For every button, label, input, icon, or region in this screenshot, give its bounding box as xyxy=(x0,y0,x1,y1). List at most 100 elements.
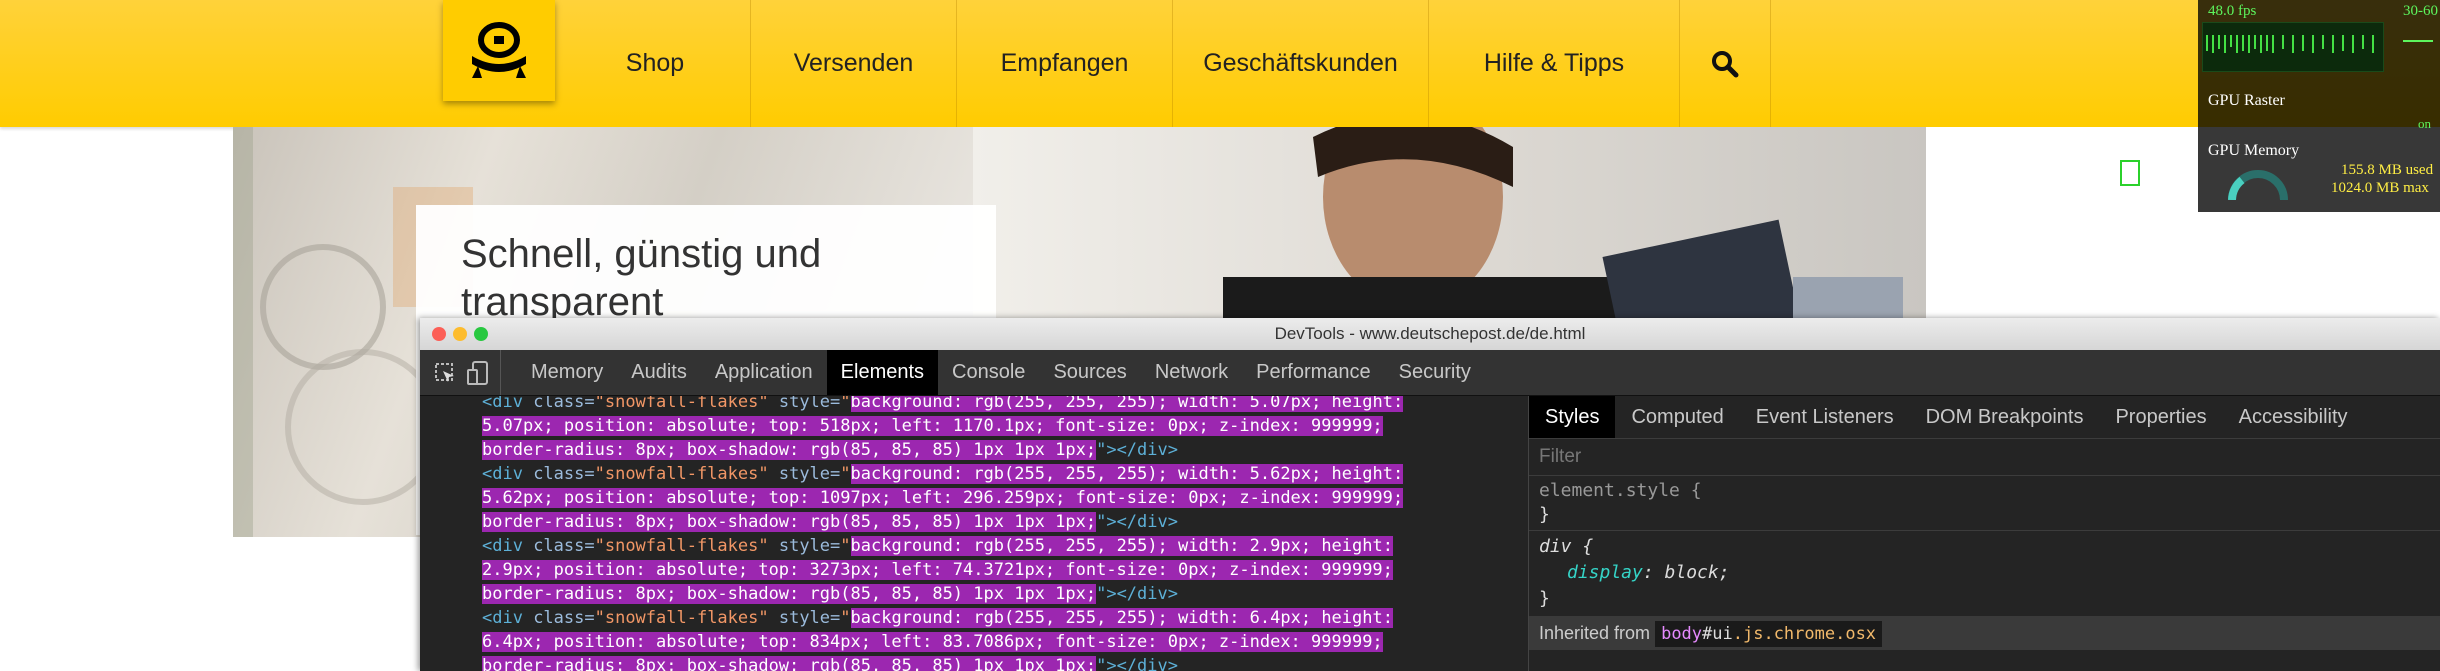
dom-line[interactable]: border-radius: 8px; box-shadow: rgb(85, … xyxy=(482,582,1178,607)
devtools-window: DevTools - www.deutschepost.de/de.html M… xyxy=(420,318,2440,671)
elements-dom-tree[interactable]: <div class="snowfall-flakes" style="back… xyxy=(420,396,1528,671)
attr-value: "snowfall-flakes" xyxy=(594,536,769,556)
style-highlight: background: rgb(255, 255, 255); width: 5… xyxy=(850,464,1404,484)
fps-meter: 48.0 fps 30-60 GPU Raster on GPU Memory … xyxy=(2198,0,2440,212)
dom-line[interactable]: 5.62px; position: absolute; top: 1097px;… xyxy=(482,486,1404,511)
tab-memory[interactable]: Memory xyxy=(517,350,617,395)
style-highlight: background: rgb(255, 255, 255); width: 5… xyxy=(850,396,1404,412)
gpu-memory-gauge xyxy=(2228,170,2288,200)
fps-graph xyxy=(2202,22,2384,72)
inherited-label: Inherited from xyxy=(1539,623,1651,643)
attr-name: style= xyxy=(768,608,841,628)
gpu-raster-label: GPU Raster xyxy=(2208,92,2285,109)
rule-close-brace: } xyxy=(1539,504,1550,525)
attr-value: "snowfall-flakes" xyxy=(594,396,769,412)
style-highlight: border-radius: 8px; box-shadow: rgb(85, … xyxy=(482,512,1097,532)
inherited-from-header: Inherited from body#ui.js.chrome.osx xyxy=(1529,616,2440,650)
attr-quote: " xyxy=(840,536,851,556)
display-declaration[interactable]: display: block; xyxy=(1529,562,2440,583)
toolbar-icons xyxy=(420,350,501,395)
nav-versenden[interactable]: Versenden xyxy=(750,0,956,127)
post-horn-icon xyxy=(472,21,526,78)
tag-close: "></div> xyxy=(1096,584,1178,604)
hero-title: Schnell, günstig und transparent xyxy=(461,232,822,324)
style-highlight: background: rgb(255, 255, 255); width: 2… xyxy=(850,536,1393,556)
main-nav: Shop Versenden Empfangen Geschäftskunden… xyxy=(560,0,1771,127)
dom-line[interactable]: <div class="snowfall-flakes" style="back… xyxy=(482,534,1393,559)
attr-quote: " xyxy=(840,608,851,628)
rule-close-brace: } xyxy=(1539,588,1550,609)
inherited-node-link[interactable]: body#ui.js.chrome.osx xyxy=(1655,621,1883,647)
tag-open: <div xyxy=(482,608,534,628)
tab-accessibility[interactable]: Accessibility xyxy=(2223,396,2364,438)
inherited-id: #ui xyxy=(1702,624,1733,644)
css-value: block; xyxy=(1664,562,1730,583)
attr-value: "snowfall-flakes" xyxy=(594,464,769,484)
tag-close: "></div> xyxy=(1096,656,1178,671)
attr-name: style= xyxy=(768,396,841,412)
tag-close: "></div> xyxy=(1096,440,1178,460)
style-highlight: 5.62px; position: absolute; top: 1097px;… xyxy=(482,488,1404,508)
site-header: Shop Versenden Empfangen Geschäftskunden… xyxy=(0,0,2440,127)
attr-value: "snowfall-flakes" xyxy=(594,608,769,628)
tag-open: <div xyxy=(482,396,534,412)
dom-line[interactable]: <div class="snowfall-flakes" style="back… xyxy=(482,606,1393,631)
tab-application[interactable]: Application xyxy=(701,350,827,395)
element-style-selector: element.style { xyxy=(1539,480,1702,501)
style-highlight: border-radius: 8px; box-shadow: rgb(85, … xyxy=(482,656,1097,671)
dom-line[interactable]: border-radius: 8px; box-shadow: rgb(85, … xyxy=(482,654,1178,671)
attr-name: style= xyxy=(768,464,841,484)
inherited-tag: body xyxy=(1661,624,1703,644)
tab-properties[interactable]: Properties xyxy=(2099,396,2222,438)
nav-empfangen[interactable]: Empfangen xyxy=(956,0,1172,127)
tab-network[interactable]: Network xyxy=(1141,350,1242,395)
dom-line[interactable]: <div class="snowfall-flakes" style="back… xyxy=(482,396,1404,415)
style-highlight: 5.07px; position: absolute; top: 518px; … xyxy=(482,416,1383,436)
style-highlight: background: rgb(255, 255, 255); width: 6… xyxy=(850,608,1393,628)
search-button[interactable] xyxy=(1679,0,1771,127)
tab-dom-breakpoints[interactable]: DOM Breakpoints xyxy=(1910,396,2100,438)
div-rule-selector[interactable]: div { xyxy=(1529,536,2440,557)
device-mode-icon[interactable] xyxy=(466,360,490,386)
search-icon xyxy=(1712,50,1739,77)
paint-rect-icon xyxy=(2120,160,2140,186)
element-style-rule[interactable]: element.style { xyxy=(1529,480,2440,501)
sidepanel-tabs: Styles Computed Event Listeners DOM Brea… xyxy=(1529,396,2440,439)
attr-quote: " xyxy=(840,396,851,412)
style-highlight: 6.4px; position: absolute; top: 834px; l… xyxy=(482,632,1383,652)
fps-graph-bars xyxy=(2206,35,2374,53)
tab-styles[interactable]: Styles xyxy=(1529,396,1616,438)
dom-line[interactable]: 6.4px; position: absolute; top: 834px; l… xyxy=(482,630,1383,655)
fps-tick xyxy=(2403,40,2433,42)
nav-hilfe-tipps[interactable]: Hilfe & Tipps xyxy=(1428,0,1679,127)
tab-computed[interactable]: Computed xyxy=(1615,396,1739,438)
styles-filter-input[interactable]: Filter xyxy=(1529,438,2440,476)
tab-sources[interactable]: Sources xyxy=(1039,350,1140,395)
dom-line[interactable]: border-radius: 8px; box-shadow: rgb(85, … xyxy=(482,510,1178,535)
style-highlight: 2.9px; position: absolute; top: 3273px; … xyxy=(482,560,1393,580)
tab-audits[interactable]: Audits xyxy=(617,350,701,395)
attr-name: class= xyxy=(533,396,595,412)
tab-console[interactable]: Console xyxy=(938,350,1039,395)
deutsche-post-logo[interactable] xyxy=(443,0,555,101)
dom-line[interactable]: <div class="snowfall-flakes" style="back… xyxy=(482,462,1404,487)
inspect-icon[interactable] xyxy=(434,362,456,384)
devtools-tabbar: Memory Audits Application Elements Conso… xyxy=(420,350,2440,396)
dom-line[interactable]: border-radius: 8px; box-shadow: rgb(85, … xyxy=(482,438,1178,463)
gpu-memory-max: 1024.0 MB max xyxy=(2331,180,2429,196)
attr-quote: " xyxy=(840,464,851,484)
nav-geschaeftskunden[interactable]: Geschäftskunden xyxy=(1172,0,1428,127)
fps-range: 30-60 xyxy=(2403,3,2438,19)
tab-event-listeners[interactable]: Event Listeners xyxy=(1740,396,1910,438)
nav-shop[interactable]: Shop xyxy=(560,0,750,127)
tab-security[interactable]: Security xyxy=(1385,350,1485,395)
styles-sidepanel: Styles Computed Event Listeners DOM Brea… xyxy=(1528,396,2440,671)
tab-performance[interactable]: Performance xyxy=(1242,350,1385,395)
tab-elements[interactable]: Elements xyxy=(826,350,939,395)
gpu-raster-status: on xyxy=(2418,116,2431,131)
dom-line[interactable]: 5.07px; position: absolute; top: 518px; … xyxy=(482,414,1383,439)
attr-name: class= xyxy=(533,536,595,556)
dom-line[interactable]: 2.9px; position: absolute; top: 3273px; … xyxy=(482,558,1393,583)
gpu-memory-label: GPU Memory xyxy=(2208,142,2300,159)
devtools-titlebar: DevTools - www.deutschepost.de/de.html xyxy=(420,318,2440,350)
